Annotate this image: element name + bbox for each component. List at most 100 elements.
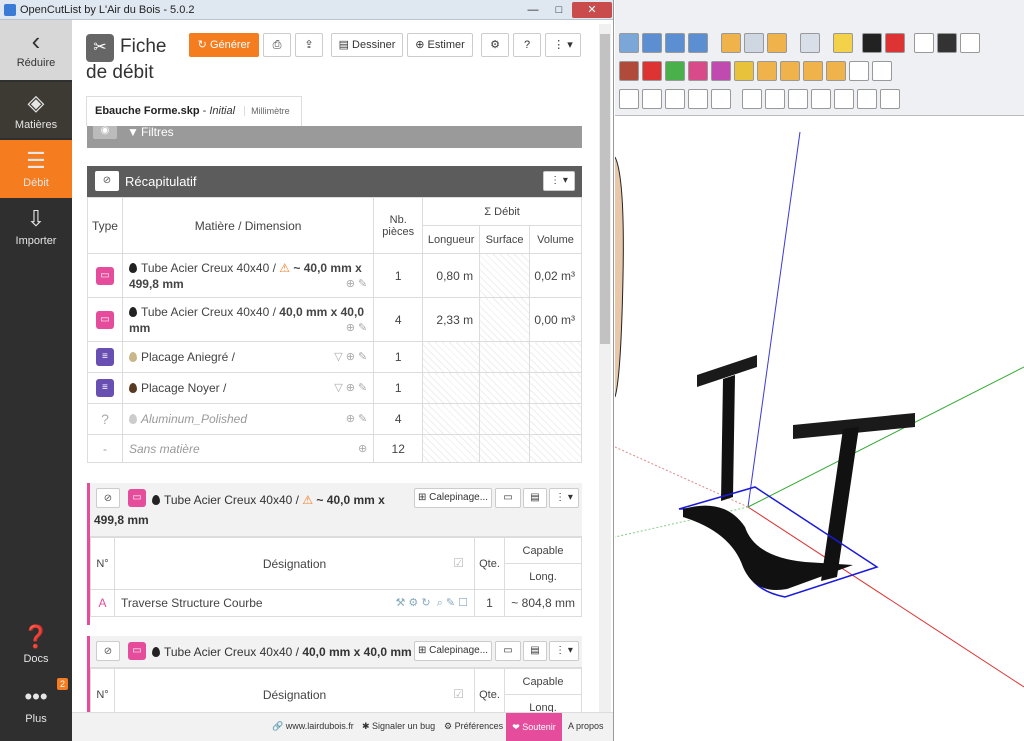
sidebar-item-materials[interactable]: ◈ Matières — [0, 82, 72, 138]
table-row[interactable]: A Traverse Structure Courbe ⚒ ⚙ ↻ ⌕ ✎ ☐ 1… — [90, 589, 582, 617]
checkbox-icon[interactable]: ☑ — [453, 556, 464, 570]
grid3-icon[interactable] — [803, 61, 823, 81]
table-row[interactable]: - Sans matière ⊕ 12 — [87, 434, 582, 463]
solid3-icon[interactable] — [788, 89, 808, 109]
ocl-icon[interactable] — [937, 33, 957, 53]
box2-icon[interactable] — [642, 89, 662, 109]
paint-icon[interactable] — [619, 61, 639, 81]
row-actions-icon[interactable]: ▽ ⊕ ✎ — [334, 349, 367, 365]
3d-model-canvas[interactable] — [615, 117, 1024, 741]
grid4-icon[interactable] — [826, 61, 846, 81]
pts-icon[interactable] — [872, 61, 892, 81]
view-top-icon[interactable] — [642, 33, 662, 53]
calepinage-button[interactable]: ⊞ Calepinage... — [414, 641, 492, 661]
label-button[interactable]: ▭ — [495, 488, 521, 508]
generate-button[interactable]: ↻ Générer — [189, 33, 259, 57]
solid1-icon[interactable] — [742, 89, 762, 109]
scrollbar-thumb[interactable] — [600, 34, 610, 344]
solid4-icon[interactable] — [811, 89, 831, 109]
solid5-icon[interactable] — [834, 89, 854, 109]
draw-button[interactable]: ▤ Dessiner — [331, 33, 403, 57]
checkbox-icon[interactable]: ☑ — [453, 687, 464, 701]
grid-icon[interactable] — [757, 61, 777, 81]
section-icon[interactable] — [800, 33, 820, 53]
maximize-button[interactable]: □ — [546, 2, 572, 18]
minimize-button[interactable]: — — [520, 2, 546, 18]
footer-link-bug[interactable]: ✱ Signaler un bug — [362, 721, 435, 732]
rotate-icon[interactable] — [642, 61, 662, 81]
sidebar-item-docs[interactable]: ❓ Docs — [0, 620, 72, 670]
row-actions-icon[interactable]: ▽ ⊕ ✎ — [334, 380, 367, 396]
estimate-button[interactable]: ⊕ Estimer — [407, 33, 473, 57]
group-dim: 40,0 mm x 40,0 mm — [302, 645, 412, 659]
offset-icon[interactable] — [711, 61, 731, 81]
xray-icon[interactable] — [744, 33, 764, 53]
settings-button[interactable]: ⚙ — [481, 33, 509, 57]
label-button[interactable]: ▭ — [495, 641, 521, 661]
table-row[interactable]: ≡ Placage Noyer / ▽ ⊕ ✎ 1 — [87, 372, 582, 404]
file-tab[interactable]: Ebauche Forme.skp - Initial Millimètre ✎ — [86, 96, 302, 145]
stop-icon[interactable] — [885, 33, 905, 53]
scale-icon[interactable] — [688, 61, 708, 81]
scrollbar[interactable] — [599, 24, 611, 712]
close-button[interactable]: ✕ — [572, 2, 612, 18]
footer-link-about[interactable]: A propos — [568, 721, 604, 731]
box3-icon[interactable] — [665, 89, 685, 109]
table-row[interactable]: ≡ Placage Aniegré / ▽ ⊕ ✎ 1 — [87, 341, 582, 373]
table-row[interactable]: ▭ Tube Acier Creux 40x40 / 40,0 mm x 40,… — [87, 297, 582, 342]
box4-icon[interactable] — [688, 89, 708, 109]
view-iso-icon[interactable] — [619, 33, 639, 53]
more-menu-button[interactable]: ⋮ ▾ — [545, 33, 581, 57]
row-actions-icon[interactable]: ⊕ — [358, 441, 367, 457]
weld-icon[interactable] — [862, 33, 882, 53]
sheet-button[interactable]: ▤ — [523, 488, 547, 508]
filters-bar[interactable]: ◉ ▼ Filtres — [87, 126, 582, 148]
support-button[interactable]: ❤ Soutenir — [506, 713, 562, 741]
table-row[interactable]: ▭ Tube Acier Creux 40x40 / ⚠ ~ 40,0 mm x… — [87, 253, 582, 298]
sidebar-item-plus[interactable]: ••• Plus 2 — [0, 678, 72, 736]
row-actions-icon[interactable]: ⊕ ✎ — [346, 276, 368, 292]
eye-slash-icon[interactable]: ⊘ — [96, 488, 120, 508]
print-button[interactable]: ⎙ — [263, 33, 291, 57]
sidebar-item-reduce[interactable]: ‹ Réduire — [0, 20, 72, 80]
shade-icon[interactable] — [721, 33, 741, 53]
help-button[interactable]: ? — [513, 33, 541, 57]
part-actions-icon[interactable]: ⚒ ⚙ ↻ ⌕ ✎ ☐ — [395, 595, 468, 611]
group-menu-button[interactable]: ⋮ ▾ — [549, 488, 579, 508]
shape-icon[interactable] — [960, 33, 980, 53]
view-front-icon[interactable] — [665, 33, 685, 53]
view-right-icon[interactable] — [688, 33, 708, 53]
solid6-icon[interactable] — [857, 89, 877, 109]
arc-icon[interactable] — [849, 61, 869, 81]
footer-link-prefs[interactable]: ⚙ Préférences — [444, 721, 503, 732]
texture-icon[interactable] — [767, 33, 787, 53]
plugin-icon[interactable] — [833, 33, 853, 53]
eye-slash-icon[interactable]: ⊘ — [95, 171, 119, 191]
tube-type-icon: ▭ — [95, 310, 114, 329]
table-row[interactable]: ? Aluminum_Polished ⊕ ✎ 4 — [87, 403, 582, 435]
box1-icon[interactable] — [619, 89, 639, 109]
solid7-icon[interactable] — [880, 89, 900, 109]
eye-icon[interactable]: ◉ — [93, 126, 117, 139]
sidebar-item-debit[interactable]: ☰ Débit — [0, 140, 72, 198]
solid2-icon[interactable] — [765, 89, 785, 109]
sidebar-item-import[interactable]: ⇩ Importer — [0, 200, 72, 256]
sheet-button[interactable]: ▤ — [523, 641, 547, 661]
sketchup-viewport[interactable] — [615, 0, 1024, 741]
move-icon[interactable] — [665, 61, 685, 81]
grid2-icon[interactable] — [780, 61, 800, 81]
box5-icon[interactable] — [711, 89, 731, 109]
calepinage-button[interactable]: ⊞ Calepinage... — [414, 488, 492, 508]
part-length: ~ 804,8 mm — [504, 589, 582, 617]
material-name: Placage Noyer / — [140, 381, 227, 395]
group-menu-button[interactable]: ⋮ ▾ — [549, 641, 579, 661]
material-name: Aluminum_Polished — [140, 412, 248, 426]
row-actions-icon[interactable]: ⊕ ✎ — [346, 411, 368, 427]
eye-slash-icon[interactable]: ⊘ — [96, 641, 120, 661]
tool-icon[interactable] — [914, 33, 934, 53]
export-button[interactable]: ⇪ — [295, 33, 323, 57]
footer-link-site[interactable]: 🔗 www.lairdubois.fr — [272, 721, 354, 732]
summary-menu-button[interactable]: ⋮ ▾ — [543, 171, 575, 191]
row-actions-icon[interactable]: ⊕ ✎ — [346, 320, 368, 336]
follow-icon[interactable] — [734, 61, 754, 81]
